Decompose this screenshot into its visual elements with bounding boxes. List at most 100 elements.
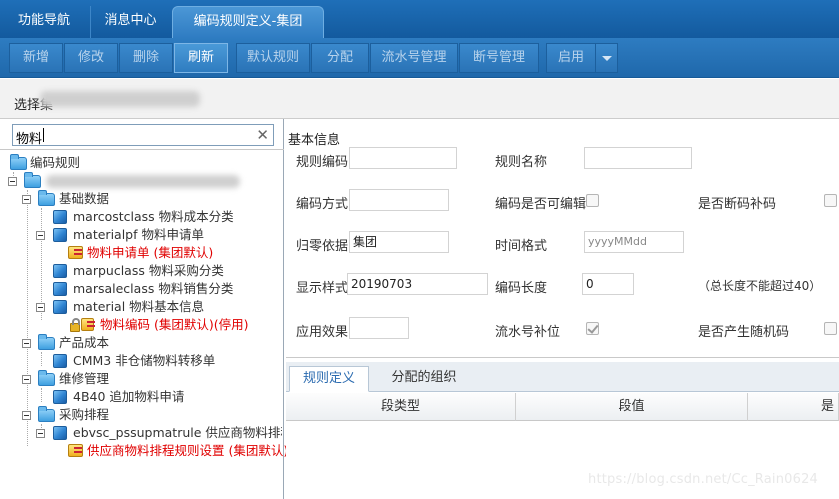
apply-effect-field[interactable] (349, 317, 409, 339)
reset-basis-field[interactable]: 集团 (349, 231, 449, 253)
top-tab-bar: 功能导航 消息中心 编码规则定义-集团 (0, 0, 839, 38)
code-length-field[interactable]: 0 (582, 273, 634, 295)
watermark: https://blog.csdn.net/Cc_Rain0624 (588, 472, 819, 487)
column-header-segment-value[interactable]: 段值 (516, 393, 748, 421)
code-length-label: 编码长度 (495, 281, 548, 296)
gap-management-button[interactable]: 断号管理 (459, 43, 539, 73)
redacted-org-name (40, 91, 200, 107)
folder-icon (38, 406, 55, 422)
serial-pad-label: 流水号补位 (495, 325, 561, 340)
collapse-toggle-icon[interactable] (22, 375, 31, 384)
rule-tree-panel: 物料 ✕ 编码规则 基础数据 marcostclass 物料成本分类 mater… (0, 119, 288, 499)
tab-message-center[interactable]: 消息中心 (90, 6, 170, 38)
folder-icon (24, 172, 41, 188)
default-rule-button[interactable]: 默认规则 (236, 43, 310, 73)
editable-checkbox[interactable] (586, 194, 599, 207)
assign-button[interactable]: 分配 (311, 43, 369, 73)
rule-detail-panel: 基本信息 规则编码 规则名称 编码方式 编码是否可编辑 是否断码补码 归零依据 … (286, 119, 839, 499)
collapse-toggle-icon[interactable] (36, 429, 45, 438)
reset-basis-label: 归零依据 (296, 239, 349, 254)
collapse-toggle-icon[interactable] (22, 411, 31, 420)
chevron-down-icon[interactable] (595, 44, 617, 72)
delete-button[interactable]: 删除 (119, 43, 173, 73)
tree-connector (41, 352, 42, 366)
rule-code-field[interactable] (349, 147, 457, 169)
rule-name-label: 规则名称 (495, 155, 548, 170)
tab-code-rule-definition[interactable]: 编码规则定义-集团 (172, 6, 324, 38)
tree-node-org[interactable] (8, 172, 248, 190)
cube-icon (53, 264, 67, 278)
tree-node-label: materialpf 物料申请单 (73, 227, 204, 242)
rule-icon (68, 444, 83, 457)
tree-node-label: 供应商物料排程规则设置 (集团默认) (87, 443, 289, 458)
tree-node-label: ebvsc_pssupmatrule 供应商物料排程 (73, 425, 282, 440)
lock-icon (70, 318, 80, 332)
clear-icon[interactable]: ✕ (256, 126, 269, 144)
folder-icon (38, 334, 55, 350)
serial-management-button[interactable]: 流水号管理 (370, 43, 458, 73)
collapse-toggle-icon[interactable] (22, 195, 31, 204)
cube-icon (53, 354, 67, 368)
text-cursor (43, 128, 44, 142)
column-header-flag[interactable]: 是 (748, 393, 839, 421)
tree-node-label: CMM3 非仓储物料转移单 (73, 353, 216, 368)
tree-node-label: 物料申请单 (集团默认) (87, 245, 214, 260)
folder-icon (38, 190, 55, 206)
add-button[interactable]: 新增 (9, 43, 63, 73)
time-format-field[interactable]: yyyyMMdd (584, 231, 684, 253)
cube-icon (53, 282, 67, 296)
basic-info-form: 基本信息 规则编码 规则名称 编码方式 编码是否可编辑 是否断码补码 归零依据 … (286, 119, 839, 358)
folder-icon (10, 154, 27, 170)
tree-node-ebvsc[interactable]: ebvsc_pssupmatrule 供应商物料排程 (36, 424, 282, 442)
code-mode-label: 编码方式 (296, 197, 349, 212)
tree-node-label: 维修管理 (59, 371, 110, 386)
tree-node-label: 产品成本 (59, 335, 110, 350)
cube-icon (53, 210, 67, 224)
tree-connector (41, 388, 42, 402)
random-code-checkbox[interactable] (824, 322, 837, 335)
enable-label: 启用 (557, 50, 584, 65)
tree-node-label: 编码规则 (30, 155, 81, 170)
detail-tab-bar: 规则定义 分配的组织 (286, 362, 839, 392)
enable-button[interactable]: 启用 (546, 43, 618, 73)
refresh-button[interactable]: 刷新 (174, 43, 228, 73)
display-style-label: 显示样式 (296, 281, 349, 296)
folder-icon (38, 370, 55, 386)
tree-node-label: marpuclass 物料采购分类 (73, 263, 224, 278)
apply-effect-label: 应用效果 (296, 325, 349, 340)
tree-node-label: 基础数据 (59, 191, 110, 206)
tree-node-label: 采购排程 (59, 407, 110, 422)
code-mode-field[interactable] (349, 189, 449, 211)
fill-gap-checkbox[interactable] (824, 194, 837, 207)
serial-pad-checkbox[interactable] (586, 322, 599, 335)
time-format-label: 时间格式 (495, 239, 548, 254)
tree-search-box[interactable]: 物料 ✕ (12, 124, 274, 147)
org-select-row: 选择集 (0, 79, 839, 119)
edit-button[interactable]: 修改 (64, 43, 118, 73)
search-input[interactable]: 物料 (16, 128, 42, 147)
tree: 编码规则 基础数据 marcostclass 物料成本分类 materialpf… (0, 149, 288, 499)
fill-gap-label: 是否断码补码 (698, 197, 777, 212)
rule-icon (68, 246, 83, 259)
collapse-toggle-icon[interactable] (22, 339, 31, 348)
editable-label: 编码是否可编辑 (495, 197, 587, 212)
tree-node-label: 4B40 追加物料申请 (73, 389, 185, 404)
collapse-toggle-icon[interactable] (36, 303, 45, 312)
column-header-segment-type[interactable]: 段类型 (286, 393, 516, 421)
cube-icon (53, 426, 67, 440)
rule-code-label: 规则编码 (296, 155, 349, 170)
rule-name-field[interactable] (584, 147, 692, 169)
tree-connector (27, 190, 28, 446)
redacted-org-node (46, 175, 240, 188)
section-title: 基本信息 (288, 133, 341, 148)
collapse-toggle-icon[interactable] (8, 177, 17, 186)
tab-assigned-orgs[interactable]: 分配的组织 (378, 366, 470, 392)
tree-node-label: 物料编码 (集团默认)(停用) (100, 317, 249, 332)
cube-icon (53, 228, 67, 242)
display-style-field[interactable]: 20190703 (347, 273, 488, 295)
tab-rule-definition[interactable]: 规则定义 (289, 366, 369, 392)
cube-icon (53, 390, 67, 404)
collapse-toggle-icon[interactable] (36, 231, 45, 240)
tab-function-nav[interactable]: 功能导航 (0, 6, 88, 38)
length-note: （总长度不能超过40） (698, 279, 822, 293)
